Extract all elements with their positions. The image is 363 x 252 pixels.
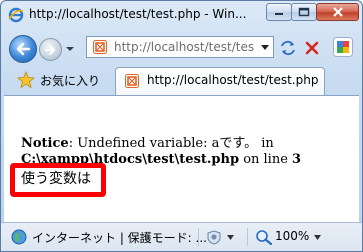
stop-x-icon	[305, 41, 319, 55]
status-separator	[198, 228, 199, 246]
notice-label: Notice	[21, 136, 69, 151]
status-separator	[247, 228, 248, 246]
tab-favicon-icon	[125, 74, 139, 88]
protected-mode-icon[interactable]	[205, 229, 223, 245]
address-url: http://localhost/test/tes	[114, 40, 254, 54]
tab-label: http://localhost/test/test.php	[147, 73, 319, 87]
close-icon	[332, 7, 343, 17]
refresh-icon	[281, 40, 295, 56]
title-bar: http://localhost/test/test.php - Win...	[1, 1, 362, 29]
status-bar: インターネット | 保護モード: ... 100%	[1, 222, 362, 251]
browser-window: http://localhost/test/test.php - Win...	[0, 0, 363, 252]
forward-arrow-icon	[45, 44, 55, 55]
zoom-icon[interactable]	[255, 229, 273, 245]
notice-line-number: 3	[292, 152, 302, 167]
favorites-button[interactable]: お気に入り	[9, 68, 105, 92]
favorites-star-icon	[17, 71, 35, 89]
maximize-icon	[298, 7, 310, 17]
security-zone-text[interactable]: インターネット | 保護モード: ...	[32, 229, 207, 246]
address-bar[interactable]: http://localhost/test/tes	[86, 36, 274, 58]
back-arrow-icon	[16, 42, 31, 56]
forward-button[interactable]	[39, 38, 62, 61]
ie-logo-icon	[8, 7, 24, 23]
notice-message: : Undefined variable: aです。 in	[68, 136, 274, 151]
zoom-dropdown-icon[interactable]	[314, 235, 321, 240]
window-title: http://localhost/test/test.php - Win...	[29, 7, 247, 21]
close-button[interactable]	[316, 3, 359, 21]
internet-globe-icon	[11, 229, 27, 245]
minimize-button[interactable]	[266, 3, 292, 21]
protected-mode-dropdown-icon[interactable]	[227, 235, 234, 240]
address-dropdown-icon[interactable]	[261, 45, 269, 51]
maximize-button[interactable]	[291, 3, 317, 21]
tab-current-page[interactable]: http://localhost/test/test.php	[115, 67, 325, 95]
page-content: Notice: Undefined variable: aです。 in C:\x…	[4, 95, 359, 222]
red-highlight-annotation	[10, 163, 106, 197]
back-button[interactable]	[9, 35, 37, 63]
search-provider-icon[interactable]	[333, 37, 353, 57]
minimize-icon	[275, 13, 283, 15]
tab-bar: お気に入り http://localhost/test/test.php	[1, 65, 362, 95]
notice-on-line: on line	[239, 152, 293, 167]
page-favicon-icon	[93, 40, 107, 54]
zoom-level[interactable]: 100%	[275, 229, 309, 243]
stop-button[interactable]	[301, 38, 323, 58]
history-dropdown-icon[interactable]	[65, 45, 75, 53]
refresh-compat-button[interactable]	[277, 38, 299, 58]
favorites-label: お気に入り	[40, 73, 101, 88]
